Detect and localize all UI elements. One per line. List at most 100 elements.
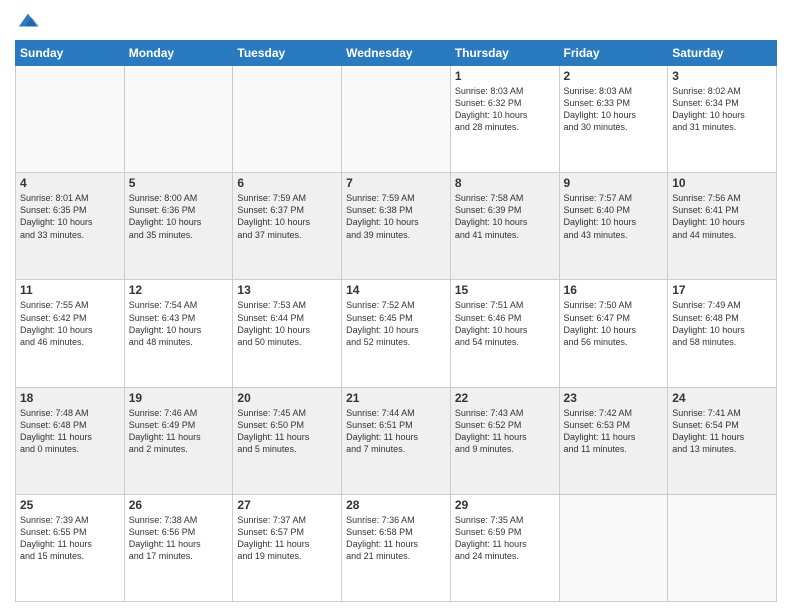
logo-icon bbox=[17, 10, 39, 32]
calendar-cell: 9 Sunrise: 7:57 AM Sunset: 6:40 PM Daylig… bbox=[559, 173, 668, 280]
calendar-cell: 7 Sunrise: 7:59 AM Sunset: 6:38 PM Daylig… bbox=[342, 173, 451, 280]
calendar-cell: 24 Sunrise: 7:41 AM Sunset: 6:54 PM Dayli… bbox=[668, 387, 777, 494]
calendar-cell: 2 Sunrise: 8:03 AM Sunset: 6:33 PM Daylig… bbox=[559, 66, 668, 173]
calendar-header-tuesday: Tuesday bbox=[233, 41, 342, 66]
day-info: Sunrise: 7:51 AM Sunset: 6:46 PM Dayligh… bbox=[455, 299, 555, 348]
day-number: 24 bbox=[672, 391, 772, 405]
calendar-header-row: SundayMondayTuesdayWednesdayThursdayFrid… bbox=[16, 41, 777, 66]
day-number: 25 bbox=[20, 498, 120, 512]
calendar-week-1: 1 Sunrise: 8:03 AM Sunset: 6:32 PM Daylig… bbox=[16, 66, 777, 173]
day-info: Sunrise: 7:52 AM Sunset: 6:45 PM Dayligh… bbox=[346, 299, 446, 348]
calendar-cell: 14 Sunrise: 7:52 AM Sunset: 6:45 PM Dayli… bbox=[342, 280, 451, 387]
day-info: Sunrise: 7:44 AM Sunset: 6:51 PM Dayligh… bbox=[346, 407, 446, 456]
day-info: Sunrise: 7:49 AM Sunset: 6:48 PM Dayligh… bbox=[672, 299, 772, 348]
calendar-cell: 25 Sunrise: 7:39 AM Sunset: 6:55 PM Dayli… bbox=[16, 494, 125, 601]
calendar-cell: 28 Sunrise: 7:36 AM Sunset: 6:58 PM Dayli… bbox=[342, 494, 451, 601]
calendar-cell: 12 Sunrise: 7:54 AM Sunset: 6:43 PM Dayli… bbox=[124, 280, 233, 387]
calendar-cell: 19 Sunrise: 7:46 AM Sunset: 6:49 PM Dayli… bbox=[124, 387, 233, 494]
day-number: 23 bbox=[564, 391, 664, 405]
calendar-cell: 23 Sunrise: 7:42 AM Sunset: 6:53 PM Dayli… bbox=[559, 387, 668, 494]
day-info: Sunrise: 7:48 AM Sunset: 6:48 PM Dayligh… bbox=[20, 407, 120, 456]
calendar-cell bbox=[16, 66, 125, 173]
calendar-week-4: 18 Sunrise: 7:48 AM Sunset: 6:48 PM Dayli… bbox=[16, 387, 777, 494]
day-info: Sunrise: 7:57 AM Sunset: 6:40 PM Dayligh… bbox=[564, 192, 664, 241]
day-number: 18 bbox=[20, 391, 120, 405]
day-info: Sunrise: 8:01 AM Sunset: 6:35 PM Dayligh… bbox=[20, 192, 120, 241]
day-number: 17 bbox=[672, 283, 772, 297]
day-number: 13 bbox=[237, 283, 337, 297]
day-number: 16 bbox=[564, 283, 664, 297]
day-info: Sunrise: 7:41 AM Sunset: 6:54 PM Dayligh… bbox=[672, 407, 772, 456]
calendar-header-thursday: Thursday bbox=[450, 41, 559, 66]
calendar-cell: 11Sunrise: 7:55 AM Sunset: 6:42 PM Dayli… bbox=[16, 280, 125, 387]
day-number: 28 bbox=[346, 498, 446, 512]
day-number: 21 bbox=[346, 391, 446, 405]
day-info: Sunrise: 7:59 AM Sunset: 6:37 PM Dayligh… bbox=[237, 192, 337, 241]
calendar-cell: 4 Sunrise: 8:01 AM Sunset: 6:35 PM Daylig… bbox=[16, 173, 125, 280]
calendar-cell: 27 Sunrise: 7:37 AM Sunset: 6:57 PM Dayli… bbox=[233, 494, 342, 601]
calendar-cell: 13 Sunrise: 7:53 AM Sunset: 6:44 PM Dayli… bbox=[233, 280, 342, 387]
day-number: 20 bbox=[237, 391, 337, 405]
calendar-header-monday: Monday bbox=[124, 41, 233, 66]
day-number: 11 bbox=[20, 283, 120, 297]
calendar-header-wednesday: Wednesday bbox=[342, 41, 451, 66]
day-number: 2 bbox=[564, 69, 664, 83]
day-info: Sunrise: 7:58 AM Sunset: 6:39 PM Dayligh… bbox=[455, 192, 555, 241]
calendar-cell: 3Sunrise: 8:02 AM Sunset: 6:34 PM Daylig… bbox=[668, 66, 777, 173]
day-number: 12 bbox=[129, 283, 229, 297]
day-info: Sunrise: 7:46 AM Sunset: 6:49 PM Dayligh… bbox=[129, 407, 229, 456]
day-info: Sunrise: 7:45 AM Sunset: 6:50 PM Dayligh… bbox=[237, 407, 337, 456]
header bbox=[15, 10, 777, 32]
day-info: Sunrise: 7:42 AM Sunset: 6:53 PM Dayligh… bbox=[564, 407, 664, 456]
calendar-cell: 8 Sunrise: 7:58 AM Sunset: 6:39 PM Daylig… bbox=[450, 173, 559, 280]
calendar-header-sunday: Sunday bbox=[16, 41, 125, 66]
day-number: 1 bbox=[455, 69, 555, 83]
calendar-page: SundayMondayTuesdayWednesdayThursdayFrid… bbox=[0, 0, 792, 612]
day-info: Sunrise: 7:35 AM Sunset: 6:59 PM Dayligh… bbox=[455, 514, 555, 563]
day-number: 9 bbox=[564, 176, 664, 190]
calendar-week-2: 4 Sunrise: 8:01 AM Sunset: 6:35 PM Daylig… bbox=[16, 173, 777, 280]
day-number: 19 bbox=[129, 391, 229, 405]
day-number: 29 bbox=[455, 498, 555, 512]
day-info: Sunrise: 8:03 AM Sunset: 6:32 PM Dayligh… bbox=[455, 85, 555, 134]
calendar-cell: 5 Sunrise: 8:00 AM Sunset: 6:36 PM Daylig… bbox=[124, 173, 233, 280]
day-number: 6 bbox=[237, 176, 337, 190]
calendar-cell: 10Sunrise: 7:56 AM Sunset: 6:41 PM Dayli… bbox=[668, 173, 777, 280]
calendar-cell: 29 Sunrise: 7:35 AM Sunset: 6:59 PM Dayli… bbox=[450, 494, 559, 601]
calendar-cell: 21 Sunrise: 7:44 AM Sunset: 6:51 PM Dayli… bbox=[342, 387, 451, 494]
day-info: Sunrise: 7:54 AM Sunset: 6:43 PM Dayligh… bbox=[129, 299, 229, 348]
day-number: 22 bbox=[455, 391, 555, 405]
day-info: Sunrise: 8:02 AM Sunset: 6:34 PM Dayligh… bbox=[672, 85, 772, 134]
day-number: 27 bbox=[237, 498, 337, 512]
day-info: Sunrise: 8:03 AM Sunset: 6:33 PM Dayligh… bbox=[564, 85, 664, 134]
day-info: Sunrise: 7:59 AM Sunset: 6:38 PM Dayligh… bbox=[346, 192, 446, 241]
calendar-cell: 1 Sunrise: 8:03 AM Sunset: 6:32 PM Daylig… bbox=[450, 66, 559, 173]
calendar-cell: 26Sunrise: 7:38 AM Sunset: 6:56 PM Dayli… bbox=[124, 494, 233, 601]
day-info: Sunrise: 7:39 AM Sunset: 6:55 PM Dayligh… bbox=[20, 514, 120, 563]
day-info: Sunrise: 7:53 AM Sunset: 6:44 PM Dayligh… bbox=[237, 299, 337, 348]
calendar-cell: 22 Sunrise: 7:43 AM Sunset: 6:52 PM Dayli… bbox=[450, 387, 559, 494]
day-number: 4 bbox=[20, 176, 120, 190]
calendar-cell: 18 Sunrise: 7:48 AM Sunset: 6:48 PM Dayli… bbox=[16, 387, 125, 494]
day-info: Sunrise: 7:50 AM Sunset: 6:47 PM Dayligh… bbox=[564, 299, 664, 348]
day-info: Sunrise: 8:00 AM Sunset: 6:36 PM Dayligh… bbox=[129, 192, 229, 241]
day-number: 15 bbox=[455, 283, 555, 297]
day-info: Sunrise: 7:36 AM Sunset: 6:58 PM Dayligh… bbox=[346, 514, 446, 563]
day-number: 10 bbox=[672, 176, 772, 190]
day-number: 8 bbox=[455, 176, 555, 190]
calendar-cell: 6 Sunrise: 7:59 AM Sunset: 6:37 PM Daylig… bbox=[233, 173, 342, 280]
day-number: 7 bbox=[346, 176, 446, 190]
day-number: 26 bbox=[129, 498, 229, 512]
calendar-week-5: 25 Sunrise: 7:39 AM Sunset: 6:55 PM Dayli… bbox=[16, 494, 777, 601]
day-number: 5 bbox=[129, 176, 229, 190]
day-number: 14 bbox=[346, 283, 446, 297]
calendar-cell bbox=[559, 494, 668, 601]
calendar-week-3: 11Sunrise: 7:55 AM Sunset: 6:42 PM Dayli… bbox=[16, 280, 777, 387]
calendar-cell: 16 Sunrise: 7:50 AM Sunset: 6:47 PM Dayli… bbox=[559, 280, 668, 387]
calendar-cell bbox=[342, 66, 451, 173]
day-info: Sunrise: 7:37 AM Sunset: 6:57 PM Dayligh… bbox=[237, 514, 337, 563]
calendar-cell bbox=[124, 66, 233, 173]
day-info: Sunrise: 7:43 AM Sunset: 6:52 PM Dayligh… bbox=[455, 407, 555, 456]
calendar-cell bbox=[668, 494, 777, 601]
calendar-header-friday: Friday bbox=[559, 41, 668, 66]
